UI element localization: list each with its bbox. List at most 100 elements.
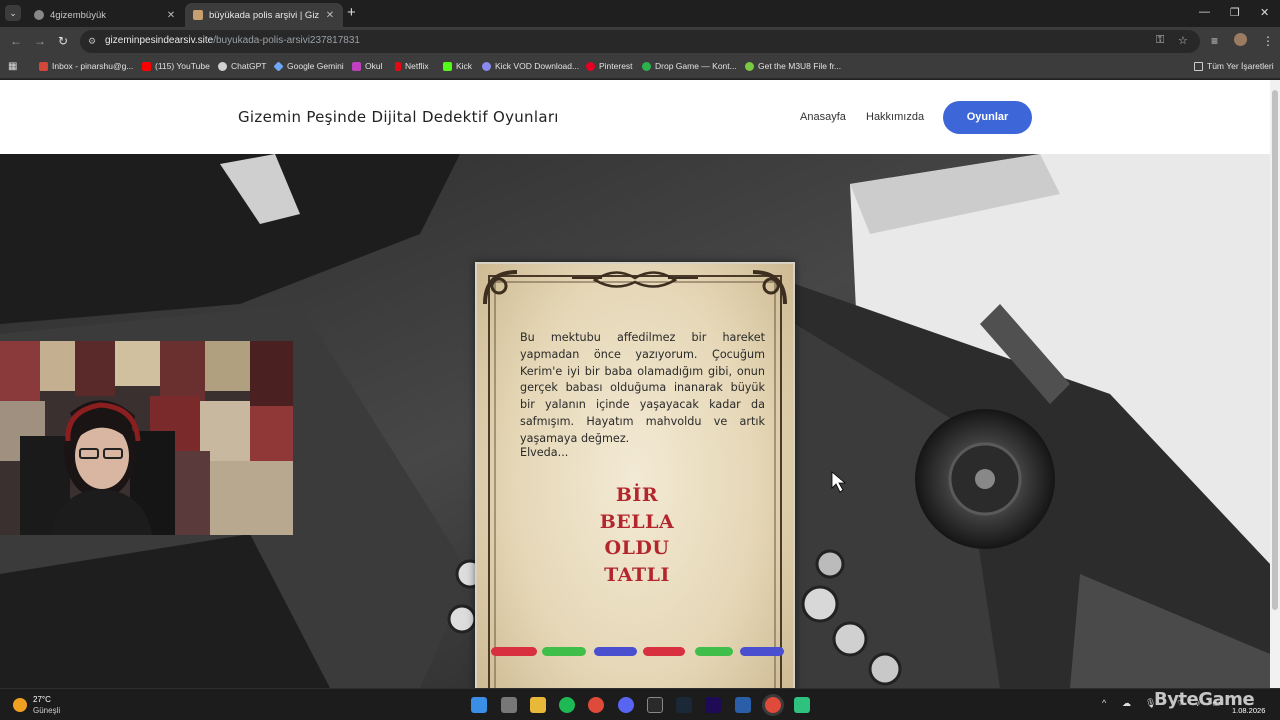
bookmarks-bar: ▦ Inbox - pinarshu@g... (115) YouTube Ch…: [0, 56, 1280, 79]
password-key-icon[interactable]: ⚿: [1156, 34, 1164, 47]
globe-icon: [34, 10, 44, 20]
youtube-icon: [142, 61, 151, 71]
bookmark-pinterest[interactable]: Pinterest: [586, 61, 633, 71]
tray-chevron-icon[interactable]: ^: [1102, 698, 1106, 708]
cloud-icon[interactable]: ☁: [1122, 698, 1131, 709]
okul-icon: [352, 61, 361, 71]
bookmark-label: Pinterest: [599, 61, 633, 71]
bookmark-label: Tüm Yer İşaretleri: [1207, 61, 1274, 71]
riddle-line: OLDU: [604, 537, 670, 559]
riddle-line: TATLI: [604, 563, 670, 586]
tab-strip: ⌄ 4gizembüyük ✕ büyükada polis arşivi | …: [0, 0, 1280, 27]
riddle-line: BELLA: [599, 510, 675, 533]
bookmark-label: Okul: [365, 61, 383, 71]
bookmark-youtube[interactable]: (115) YouTube: [142, 61, 210, 71]
bookmark-kick-vod[interactable]: Kick VOD Download...: [482, 61, 579, 71]
gemini-icon: [273, 60, 284, 72]
close-icon[interactable]: ✕: [325, 10, 335, 21]
scroll-thumb[interactable]: [1272, 90, 1278, 610]
bookmark-label: Drop Game — Kont...: [655, 61, 737, 71]
bookmark-label: ChatGPT: [231, 61, 267, 71]
site-brand[interactable]: Gizemin Peşinde Dijital Dedektif Oyunlar…: [238, 108, 559, 126]
app-window-icon[interactable]: [735, 697, 751, 713]
url-host: gizeminpesindearsiv.site: [105, 35, 214, 46]
reload-icon[interactable]: ↻: [58, 34, 68, 48]
weather-temperature[interactable]: 27°C: [33, 695, 51, 704]
browser-toolbar: ← → ↻ ⚙ gizeminpesindearsiv.site/buyukad…: [0, 27, 1280, 56]
tab-search-icon[interactable]: ⌄: [5, 5, 21, 21]
after-effects-icon[interactable]: [705, 697, 721, 713]
riddle-line: BİR: [615, 484, 659, 506]
spotify-icon[interactable]: [559, 697, 575, 713]
bookmark-gemini[interactable]: Google Gemini: [273, 60, 344, 72]
riddle-text: BİR BELLA OLDU TATLI: [572, 482, 702, 588]
page-scrollbar[interactable]: [1270, 80, 1280, 688]
media-control-icon[interactable]: ≡: [1211, 34, 1218, 48]
tab-4gizembuyuk[interactable]: 4gizembüyük ✕: [26, 3, 184, 27]
color-stroke: [542, 647, 586, 656]
close-icon[interactable]: ✕: [166, 10, 176, 21]
color-stroke: [695, 647, 733, 656]
url-path: /buyukada-polis-arsivi237817831: [213, 35, 360, 46]
bookmark-kick[interactable]: Kick: [443, 61, 472, 71]
start-icon[interactable]: [471, 697, 487, 713]
letter-signoff: Elveda...: [520, 446, 569, 459]
apps-grid-icon[interactable]: ▦: [8, 61, 17, 72]
steam-icon[interactable]: [676, 697, 692, 713]
menu-kebab-icon[interactable]: ⋮: [1262, 34, 1274, 48]
task-view-icon[interactable]: [501, 697, 517, 713]
window-close-icon[interactable]: ✕: [1260, 6, 1269, 19]
bookmark-chatgpt[interactable]: ChatGPT: [218, 61, 266, 71]
color-stroke: [740, 647, 784, 656]
bookmark-drop-game[interactable]: Drop Game — Kont...: [642, 61, 737, 71]
weather-description[interactable]: Güneşli: [33, 706, 60, 715]
forward-icon[interactable]: →: [34, 34, 46, 48]
streamer-webcam-image: [0, 341, 293, 535]
site-favicon-icon: [193, 10, 203, 20]
color-stroke: [491, 647, 537, 656]
nav-about-link[interactable]: Hakkımızda: [866, 111, 924, 123]
bookmark-star-icon[interactable]: ☆: [1178, 34, 1188, 47]
bytegame-watermark: ByteGame: [1154, 689, 1255, 710]
back-icon[interactable]: ←: [10, 34, 22, 48]
ornate-frame: [483, 270, 787, 688]
chrome-icon[interactable]: [588, 697, 604, 713]
chatgpt-icon: [218, 61, 227, 71]
screen: ⌄ 4gizembüyük ✕ büyükada polis arşivi | …: [0, 0, 1280, 720]
url-text[interactable]: gizeminpesindearsiv.site/buyukada-polis-…: [105, 35, 360, 46]
epic-games-icon[interactable]: [647, 697, 663, 713]
nav-home-link[interactable]: Anasayfa: [800, 111, 846, 123]
site-header: Gizemin Peşinde Dijital Dedektif Oyunlar…: [0, 80, 1270, 154]
file-explorer-icon[interactable]: [530, 697, 546, 713]
bookmark-label: (115) YouTube: [155, 61, 210, 71]
bookmark-m3u8[interactable]: Get the M3U8 File fr...: [745, 61, 841, 71]
minimize-icon[interactable]: —: [1199, 6, 1210, 18]
restore-icon[interactable]: ❐: [1230, 6, 1240, 19]
folder-icon: [1194, 61, 1203, 71]
letter-card: Bu mektubu affedilmez bir hareket yapmad…: [475, 262, 795, 688]
tab-polis-arsivi[interactable]: büyükada polis arşivi | Gizemin ✕: [185, 3, 343, 27]
bookmark-gmail[interactable]: Inbox - pinarshu@g...: [39, 61, 133, 71]
bookmark-okul[interactable]: Okul: [352, 61, 382, 71]
pinterest-icon: [586, 61, 595, 71]
chrome-active-icon[interactable]: [765, 697, 781, 713]
sun-icon[interactable]: [13, 698, 27, 712]
all-bookmarks[interactable]: Tüm Yer İşaretleri: [1194, 61, 1274, 71]
drop-game-icon: [642, 61, 651, 71]
app-green-icon[interactable]: [794, 697, 810, 713]
profile-avatar-icon[interactable]: [1234, 33, 1247, 46]
address-bar[interactable]: ⚙ gizeminpesindearsiv.site/buyukada-poli…: [80, 30, 1200, 53]
bookmark-label: Netflix: [405, 61, 429, 71]
discord-icon[interactable]: [618, 697, 634, 713]
bookmark-label: Google Gemini: [287, 61, 344, 71]
color-stroke: [643, 647, 685, 656]
new-tab-icon[interactable]: +: [347, 5, 356, 21]
site-info-icon[interactable]: ⚙: [88, 36, 96, 47]
netflix-icon: [395, 61, 401, 71]
bookmark-netflix[interactable]: Netflix: [395, 61, 429, 71]
gmail-icon: [39, 61, 48, 71]
bookmark-label: Get the M3U8 File fr...: [758, 61, 842, 71]
m3u8-icon: [745, 61, 754, 71]
webcam-overlay: [0, 341, 293, 535]
nav-games-button[interactable]: Oyunlar: [943, 101, 1032, 134]
